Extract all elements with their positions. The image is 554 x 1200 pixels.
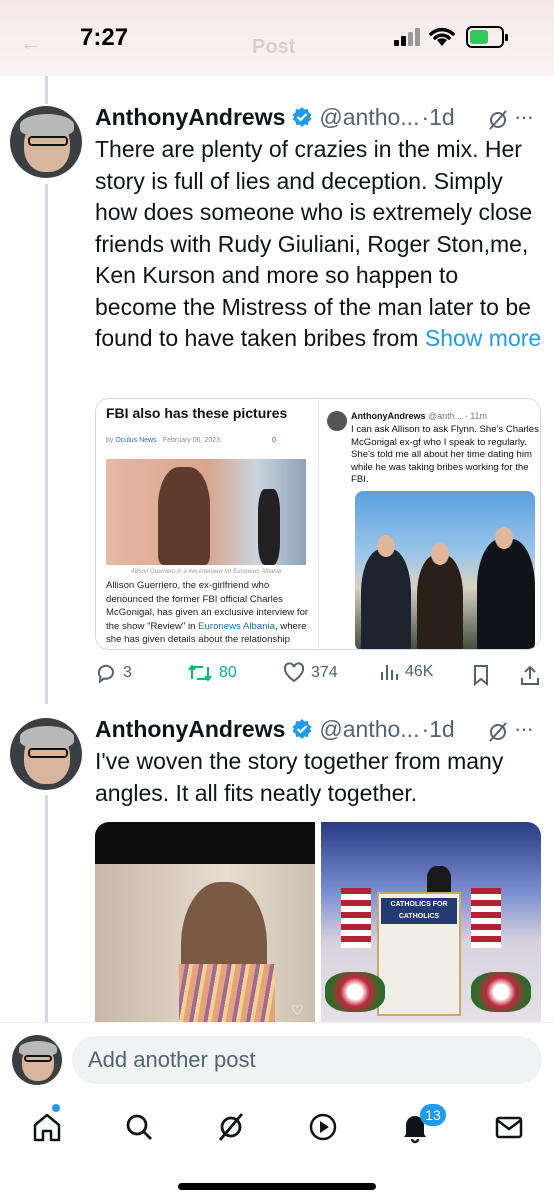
article-body: Allison Guerriero, the ex-girlfriend who… (106, 580, 309, 645)
page-title: Post (252, 36, 296, 58)
embedded-post-text: I can ask Allison to ask Flynn. She's Ch… (351, 424, 539, 485)
media-image[interactable]: CATHOLICS FOR CATHOLICS (321, 822, 541, 1022)
views-button[interactable]: 46K (379, 662, 433, 682)
article-meta: by Oculus News · February 06, 2023 0 (106, 437, 276, 444)
post-text: There are plenty of crazies in the mix. … (95, 136, 542, 351)
grok-icon[interactable] (486, 720, 510, 744)
compose-bar: Add another post (0, 1022, 554, 1096)
cellular-signal-icon (394, 28, 422, 46)
separator-dot: · (421, 715, 430, 742)
repost-button[interactable]: 80 (187, 662, 237, 684)
like-icon (283, 662, 305, 683)
separator-dot: · (421, 103, 430, 130)
home-indicator (178, 1183, 376, 1190)
grok-icon[interactable] (486, 108, 510, 132)
post-time[interactable]: 1d (429, 104, 455, 131)
embedded-post-header: AnthonyAndrews @anth... · 11m (351, 411, 488, 421)
reply-icon (97, 664, 114, 684)
more-icon[interactable]: ··· (514, 716, 534, 742)
battery-icon (466, 26, 508, 48)
reply-input[interactable]: Add another post (72, 1036, 542, 1084)
reply-button[interactable]: 3 (95, 662, 132, 684)
thread-line (45, 76, 48, 104)
article-title: FBI also has these pictures (106, 405, 288, 421)
back-arrow-icon[interactable]: ← (20, 30, 42, 56)
show-more-link[interactable]: Show more (425, 325, 541, 351)
post-header: AnthonyAndrews @antho... · 1d (95, 102, 455, 132)
thread-line (45, 795, 48, 1025)
post-time[interactable]: 1d (429, 716, 455, 743)
wifi-icon (429, 27, 455, 46)
home-icon[interactable] (30, 1110, 64, 1144)
post-text: I've woven the story together from many … (95, 748, 504, 806)
more-icon[interactable]: ··· (514, 104, 534, 130)
podium-sign: CATHOLICS FOR CATHOLICS (381, 898, 457, 924)
avatar[interactable] (10, 718, 82, 790)
notifications-badge: 13 (420, 1104, 446, 1126)
media-image-article[interactable]: FBI also has these pictures by Oculus Ne… (96, 399, 314, 649)
verified-icon (292, 719, 312, 739)
article-photo (106, 459, 306, 565)
avatar (12, 1035, 62, 1085)
like-count: 374 (311, 664, 338, 681)
post-media[interactable]: ♡ CATHOLICS FOR CATHOLICS (95, 822, 541, 1022)
search-icon[interactable] (122, 1110, 156, 1144)
thread-line (45, 184, 48, 704)
author-name[interactable]: AnthonyAndrews (95, 104, 285, 131)
action-bar: 3 80 374 46K (95, 662, 545, 690)
verified-icon (292, 107, 312, 127)
post-header: AnthonyAndrews @antho... · 1d (95, 714, 455, 744)
home-badge-dot (52, 1104, 60, 1112)
reply-count: 3 (123, 664, 132, 681)
media-image[interactable]: ♡ (95, 822, 315, 1022)
article-caption: Allison Guerriero in a live interview fo… (130, 569, 282, 575)
embedded-post-photo (355, 491, 535, 649)
status-bar: ← Post 7:27 (0, 0, 554, 76)
share-icon[interactable] (519, 664, 541, 686)
post-media[interactable]: FBI also has these pictures by Oculus Ne… (95, 398, 541, 650)
views-icon (381, 665, 398, 680)
repost-count: 80 (219, 664, 237, 681)
bookmark-icon[interactable] (471, 664, 491, 686)
repost-icon (188, 664, 212, 682)
heart-icon: ♡ (291, 1002, 304, 1018)
grok-icon[interactable] (214, 1110, 248, 1144)
avatar (327, 411, 347, 431)
media-image-tweet[interactable]: AnthonyAndrews @anth... · 11m I can ask … (318, 399, 540, 649)
views-count: 46K (405, 663, 434, 680)
author-handle[interactable]: @antho... (319, 104, 419, 131)
like-button[interactable]: 374 (283, 662, 338, 684)
video-icon[interactable] (306, 1110, 340, 1144)
status-time: 7:27 (80, 24, 129, 51)
mail-icon[interactable] (492, 1110, 526, 1144)
author-handle[interactable]: @antho... (319, 716, 419, 743)
author-name[interactable]: AnthonyAndrews (95, 716, 285, 743)
avatar[interactable] (10, 106, 82, 178)
